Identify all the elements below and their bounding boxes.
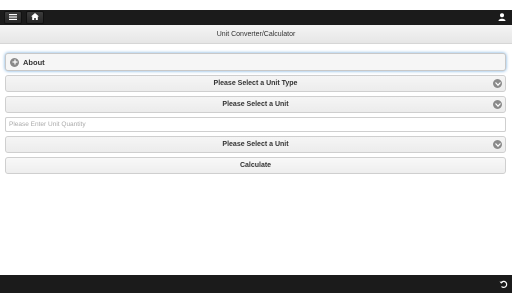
user-button[interactable] xyxy=(496,11,508,24)
back-button[interactable] xyxy=(498,280,508,290)
back-icon xyxy=(499,280,508,291)
bottom-toolbar xyxy=(0,275,512,293)
user-icon xyxy=(498,12,506,23)
bottom-strip xyxy=(0,293,512,307)
to-unit-select-label: Please Select a Unit xyxy=(222,141,289,148)
home-icon xyxy=(31,13,39,22)
from-unit-select[interactable]: Please Select a Unit xyxy=(5,96,506,113)
to-unit-select[interactable]: Please Select a Unit xyxy=(5,136,506,153)
from-unit-select-label: Please Select a Unit xyxy=(222,101,289,108)
chevron-down-icon xyxy=(493,140,502,149)
top-toolbar xyxy=(0,10,512,25)
plus-circle-icon xyxy=(10,57,19,67)
unit-type-select-label: Please Select a Unit Type xyxy=(213,80,298,87)
calculate-label: Calculate xyxy=(239,162,272,169)
unit-quantity-input[interactable] xyxy=(5,117,506,132)
about-collapsible[interactable]: About xyxy=(5,53,506,71)
home-button[interactable] xyxy=(26,11,44,24)
about-label: About xyxy=(23,57,45,67)
page-title: Unit Converter/Calculator xyxy=(216,31,296,38)
unit-type-select[interactable]: Please Select a Unit Type xyxy=(5,75,506,92)
status-strip xyxy=(0,0,512,10)
chevron-down-icon xyxy=(493,79,502,88)
chevron-down-icon xyxy=(493,100,502,109)
menu-button[interactable] xyxy=(4,11,22,24)
calculate-button[interactable]: Calculate xyxy=(5,157,506,174)
page-header: Unit Converter/Calculator xyxy=(0,25,512,44)
menu-icon xyxy=(9,13,17,22)
